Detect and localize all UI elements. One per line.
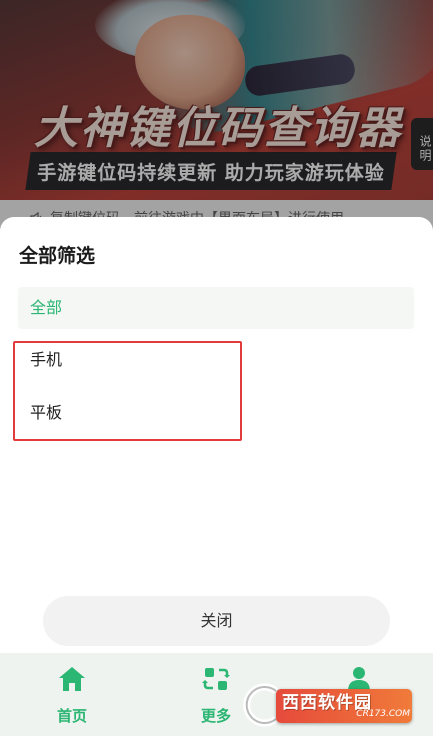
close-button[interactable]: 关闭 <box>43 596 390 646</box>
sheet-title: 全部筛选 <box>19 245 96 267</box>
home-icon <box>59 667 85 691</box>
nav-item-home[interactable]: 首页 <box>27 653 117 736</box>
watermark-logo: 西西软件园 CR173.COM <box>236 683 416 727</box>
modal-backdrop[interactable] <box>0 0 433 240</box>
filter-option-all[interactable]: 全部 <box>18 287 414 329</box>
filter-option-phone[interactable]: 手机 <box>18 339 414 381</box>
filter-option-tablet[interactable]: 平板 <box>18 392 414 434</box>
nav-label-home: 首页 <box>56 707 87 725</box>
watermark-url: CR173.COM <box>356 709 410 719</box>
refresh-icon <box>202 668 230 690</box>
filter-sheet: 全部筛选 全部 手机 平板 关闭 <box>0 217 433 653</box>
